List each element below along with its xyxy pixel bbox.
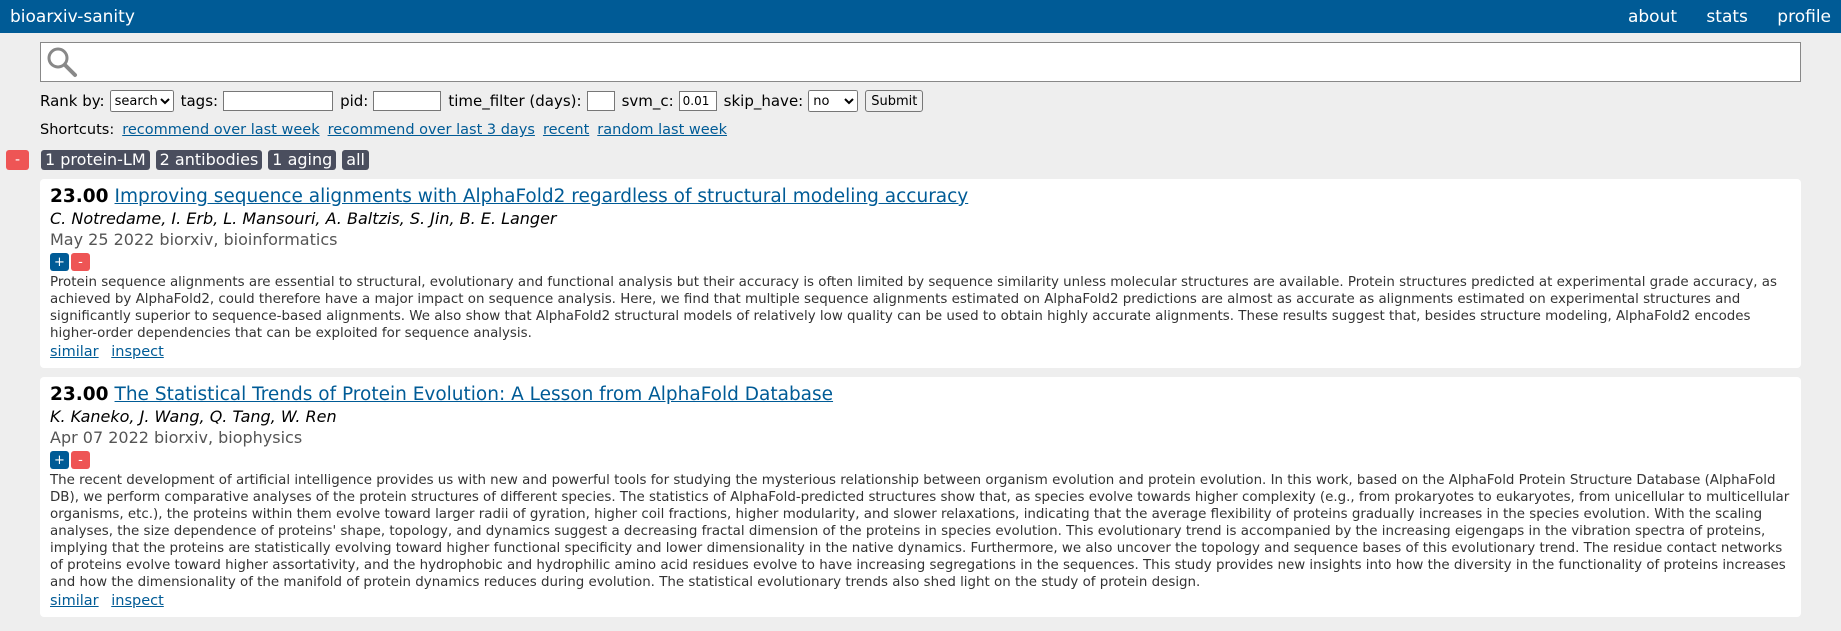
paper-title-link[interactable]: Improving sequence alignments with Alpha… bbox=[115, 186, 969, 207]
rank-controls: Rank by: search tags: pid: time_filter (… bbox=[40, 89, 1841, 113]
time-filter-input[interactable] bbox=[586, 91, 615, 111]
shortcuts-bar: Shortcuts: recommend over last week reco… bbox=[40, 121, 1841, 139]
shortcut-recommend-3days[interactable]: recommend over last 3 days bbox=[328, 122, 535, 138]
nav-about-link[interactable]: about bbox=[1628, 7, 1677, 27]
tag-antibodies[interactable]: 2 antibodies bbox=[155, 150, 263, 170]
tag-protein-lm[interactable]: 1 protein-LM bbox=[41, 150, 150, 170]
app-title[interactable]: bioarxiv-sanity bbox=[10, 7, 135, 27]
search-icon bbox=[47, 47, 77, 77]
paper-meta: Apr 07 2022 biorxiv, biophysics bbox=[50, 428, 303, 447]
nav-profile-link[interactable]: profile bbox=[1777, 7, 1831, 27]
remove-paper-button[interactable]: - bbox=[71, 253, 90, 271]
paper-abstract: The recent development of artificial int… bbox=[50, 473, 1790, 590]
tag-row: - 1 protein-LM 2 antibodies 1 aging all bbox=[0, 150, 1841, 170]
paper-abstract: Protein sequence alignments are essentia… bbox=[50, 275, 1777, 341]
nav-stats-link[interactable]: stats bbox=[1706, 7, 1747, 27]
add-paper-button[interactable]: + bbox=[50, 451, 69, 469]
skip-have-select[interactable]: no bbox=[808, 90, 859, 112]
search-bar bbox=[40, 42, 1801, 82]
paper-title-link[interactable]: The Statistical Trends of Protein Evolut… bbox=[115, 384, 834, 405]
tags-label: tags: bbox=[180, 92, 219, 110]
paper-authors: K. Kaneko, J. Wang, Q. Tang, W. Ren bbox=[50, 407, 337, 426]
paper-meta: May 25 2022 biorxiv, bioinformatics bbox=[50, 230, 338, 249]
paper-title-row: 23.00 The Statistical Trends of Protein E… bbox=[50, 384, 1791, 406]
shortcuts-label: Shortcuts: bbox=[40, 122, 115, 138]
submit-button[interactable]: Submit bbox=[865, 90, 924, 112]
shortcut-random-week[interactable]: random last week bbox=[597, 122, 727, 138]
paper-score: 23.00 bbox=[50, 186, 109, 207]
add-paper-button[interactable]: + bbox=[50, 253, 69, 271]
paper-card: 23.00 The Statistical Trends of Protein E… bbox=[40, 377, 1801, 617]
similar-link[interactable]: similar bbox=[50, 593, 99, 609]
inspect-link[interactable]: inspect bbox=[111, 593, 164, 609]
paper-score: 23.00 bbox=[50, 384, 109, 405]
paper-actions: similar inspect bbox=[50, 344, 1791, 360]
paper-card: 23.00 Improving sequence alignments with … bbox=[40, 179, 1801, 368]
top-bar: bioarxiv-sanity about stats profile bbox=[0, 0, 1841, 33]
paper-authors: C. Notredame, I. Erb, L. Mansouri, A. Ba… bbox=[50, 209, 557, 228]
inspect-link[interactable]: inspect bbox=[111, 344, 164, 360]
paper-vote-buttons: + - bbox=[50, 253, 1791, 271]
similar-link[interactable]: similar bbox=[50, 344, 99, 360]
svm-c-input[interactable] bbox=[678, 91, 717, 111]
shortcut-recommend-week[interactable]: recommend over last week bbox=[122, 122, 319, 138]
top-nav: about stats profile bbox=[1604, 7, 1831, 27]
search-input[interactable] bbox=[79, 43, 1800, 81]
time-filter-label: time_filter (days): bbox=[448, 92, 582, 110]
remove-paper-button[interactable]: - bbox=[71, 451, 90, 469]
paper-title-row: 23.00 Improving sequence alignments with … bbox=[50, 186, 1791, 208]
pid-input[interactable] bbox=[373, 91, 442, 111]
rank-label: Rank by: bbox=[40, 92, 105, 110]
svm-c-label: svm_c: bbox=[621, 92, 674, 110]
tag-list: 1 protein-LM 2 antibodies 1 aging all bbox=[41, 150, 375, 170]
rank-select[interactable]: search bbox=[109, 90, 174, 112]
tag-all[interactable]: all bbox=[342, 150, 369, 170]
paper-vote-buttons: + - bbox=[50, 451, 1791, 469]
tag-aging[interactable]: 1 aging bbox=[268, 150, 337, 170]
remove-tag-button[interactable]: - bbox=[6, 150, 29, 170]
paper-actions: similar inspect bbox=[50, 593, 1791, 609]
pid-label: pid: bbox=[340, 92, 369, 110]
skip-have-label: skip_have: bbox=[723, 92, 804, 110]
shortcut-recent[interactable]: recent bbox=[543, 122, 589, 138]
tags-input[interactable] bbox=[223, 91, 334, 111]
